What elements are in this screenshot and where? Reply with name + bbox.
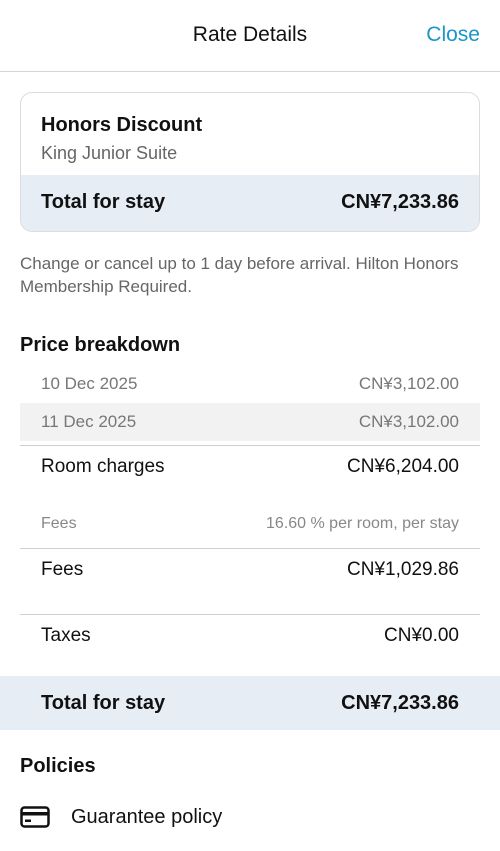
taxes-value: CN¥0.00 [384,625,459,646]
price-breakdown-title: Price breakdown [20,334,181,356]
summary-total-value: CN¥7,233.86 [341,191,459,213]
rate-name: Honors Discount [41,114,203,136]
page-title: Rate Details [192,23,308,46]
total-for-stay-bar: Total for stay CN¥7,233.86 [0,676,500,730]
summary-total-bar: Total for stay CN¥7,233.86 [21,175,479,231]
room-charges-value: CN¥6,204.00 [347,456,459,477]
night-price: CN¥3,102.00 [358,412,459,431]
summary-total-label: Total for stay [41,191,166,213]
fees-detail-label: Fees [41,515,77,532]
fees-detail-value: 16.60 % per room, per stay [266,515,459,532]
fees-value: CN¥1,029.86 [347,559,459,580]
fees-detail-row: Fees 16.60 % per room, per stay [20,504,480,544]
cancellation-note: Change or cancel up to 1 day before arri… [20,254,459,296]
fees-row: Fees CN¥1,029.86 [20,547,480,595]
fees-label: Fees [41,559,84,580]
taxes-row: Taxes CN¥0.00 [20,613,480,661]
night-date: 10 Dec 2025 [41,374,138,393]
close-button[interactable]: Close [426,23,480,47]
total-for-stay-label: Total for stay [41,692,166,714]
guarantee-policy-label: Guarantee policy [71,806,223,828]
rate-summary-card: Honors Discount King Junior Suite Total … [20,92,480,232]
credit-card-icon [20,806,50,828]
night-date: 11 Dec 2025 [41,412,137,431]
night-price: CN¥3,102.00 [358,374,459,393]
room-charges-row: Room charges CN¥6,204.00 [20,444,480,492]
room-name: King Junior Suite [41,143,178,163]
nightly-rate-row: 10 Dec 2025 CN¥3,102.00 [20,365,480,403]
guarantee-policy-item[interactable]: Guarantee policy [20,800,480,834]
policies-title: Policies [20,755,96,777]
total-for-stay-value: CN¥7,233.86 [341,692,459,714]
modal-header: Rate Details Close [0,0,500,72]
taxes-label: Taxes [41,625,91,646]
nightly-rate-row: 11 Dec 2025 CN¥3,102.00 [20,403,480,441]
room-charges-label: Room charges [41,456,165,477]
